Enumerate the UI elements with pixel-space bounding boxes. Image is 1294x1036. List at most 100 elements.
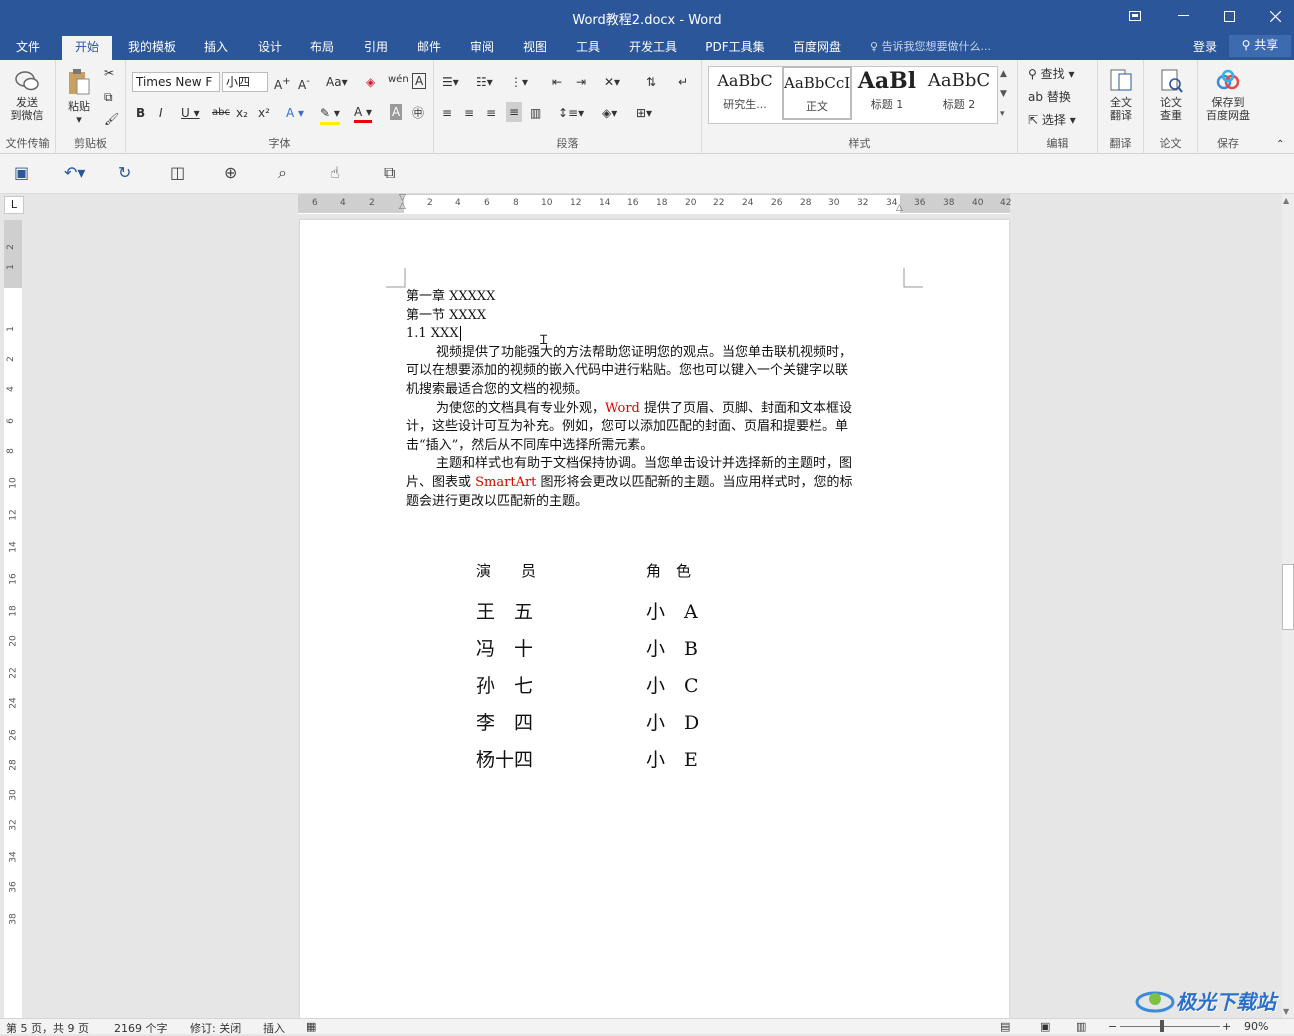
share-button[interactable]: ⚲ 共享: [1229, 35, 1291, 57]
indent-marker-icon[interactable]: ▽ △: [399, 194, 406, 211]
highlight-color-icon[interactable]: ✎ ▾: [320, 104, 340, 125]
align-center-icon[interactable]: ≡: [464, 104, 474, 122]
login-link[interactable]: 登录: [1193, 38, 1217, 55]
copy-icon[interactable]: ⧉: [104, 88, 113, 106]
print-layout-icon[interactable]: ▣: [1040, 1020, 1050, 1033]
maximize-button[interactable]: [1206, 0, 1252, 32]
tab-stop-selector[interactable]: L: [4, 196, 24, 214]
increase-indent-icon[interactable]: ⇥: [576, 73, 586, 91]
styles-scroll-icon[interactable]: ▲ ▼ ▾: [1000, 64, 1007, 124]
thesis-check-button[interactable]: 论文 查重: [1148, 68, 1194, 122]
tab-baidu-netdisk[interactable]: 百度网盘: [786, 38, 848, 60]
tab-home[interactable]: 开始: [62, 36, 112, 60]
scroll-down-icon[interactable]: ▼: [1283, 1007, 1289, 1016]
tab-file[interactable]: 文件: [8, 38, 48, 60]
numbering-icon[interactable]: ☷▾: [476, 73, 493, 91]
text-effects-icon[interactable]: A ▾: [286, 104, 304, 122]
touch-mode-icon[interactable]: ☝: [330, 163, 340, 182]
customize-toolbar-icon[interactable]: ⧉: [384, 163, 395, 183]
line-spacing-icon[interactable]: ↕≡▾: [558, 104, 584, 122]
vertical-ruler[interactable]: 2 1 1 2 4 6 8 10 12 14 16 18 20 22 24 26 28 30 32 34 36 38: [4, 220, 22, 1018]
zoom-slider-thumb[interactable]: [1160, 1020, 1164, 1032]
underline-icon[interactable]: U ▾: [181, 104, 200, 122]
style-heading-1[interactable]: AaBl 标题 1: [852, 66, 922, 120]
vertical-scrollbar[interactable]: ▲ ▼: [1282, 194, 1294, 1018]
character-shading-icon[interactable]: A: [390, 104, 403, 120]
tab-design[interactable]: 设计: [250, 38, 290, 60]
collapse-ribbon-icon[interactable]: ⌃: [1276, 136, 1284, 154]
macro-icon[interactable]: ▦: [306, 1020, 316, 1033]
find-button[interactable]: ⚲ 查找 ▾: [1028, 65, 1074, 83]
style-heading-2[interactable]: AaBbC 标题 2: [924, 66, 994, 120]
borders-icon[interactable]: ⊞▾: [636, 104, 652, 122]
tab-my-templates[interactable]: 我的模板: [120, 38, 184, 60]
shading-icon[interactable]: ◈▾: [602, 104, 617, 122]
bullets-icon[interactable]: ☰▾: [442, 73, 459, 91]
italic-icon[interactable]: I: [159, 104, 163, 122]
zoom-level[interactable]: 90%: [1244, 1020, 1268, 1033]
tab-layout[interactable]: 布局: [302, 38, 342, 60]
two-pages-icon[interactable]: ◫: [170, 163, 185, 182]
zoom-slider[interactable]: [1120, 1026, 1220, 1027]
zoom-in-icon[interactable]: +: [1222, 1020, 1231, 1033]
select-button[interactable]: ⇱ 选择 ▾: [1028, 111, 1076, 129]
close-button[interactable]: [1252, 0, 1294, 32]
grow-font-icon[interactable]: A+: [274, 73, 291, 94]
character-border-icon[interactable]: A: [412, 73, 427, 89]
subscript-icon[interactable]: x₂: [236, 104, 248, 122]
chinese-layout-icon[interactable]: ✕▾: [604, 73, 620, 91]
style-thesis[interactable]: AaBbC 研究生...: [710, 66, 780, 120]
tab-mailings[interactable]: 邮件: [409, 38, 449, 60]
web-layout-icon[interactable]: ⊕: [224, 163, 237, 182]
tab-insert[interactable]: 插入: [196, 38, 236, 60]
redo-icon[interactable]: ↻: [118, 163, 131, 182]
zoom-out-icon[interactable]: −: [1108, 1020, 1117, 1033]
document-body[interactable]: 第一章 XXXXX 第一节 XXXX 1.1 XXX 视频提供了功能强大的方法帮…: [406, 288, 896, 511]
align-left-icon[interactable]: ≡: [442, 104, 452, 122]
ribbon-display-options-icon[interactable]: [1112, 0, 1158, 32]
decrease-indent-icon[interactable]: ⇤: [552, 73, 562, 91]
enclose-characters-icon[interactable]: ㊥: [412, 104, 424, 122]
minimize-button[interactable]: [1160, 0, 1206, 32]
scroll-thumb[interactable]: [1282, 564, 1294, 630]
save-icon[interactable]: ▣: [14, 163, 29, 182]
tab-view[interactable]: 视图: [515, 38, 555, 60]
bold-icon[interactable]: B: [136, 104, 145, 122]
font-color-icon[interactable]: A ▾: [354, 104, 373, 123]
shrink-font-icon[interactable]: A-: [298, 73, 310, 94]
strikethrough-icon[interactable]: abc: [212, 104, 230, 122]
justify-icon[interactable]: ≡: [506, 102, 523, 122]
show-marks-icon[interactable]: ↵: [678, 73, 688, 91]
distributed-icon[interactable]: ▥: [530, 104, 541, 122]
clear-formatting-icon[interactable]: ◈: [366, 73, 375, 91]
right-indent-marker-icon[interactable]: △: [896, 203, 903, 213]
align-right-icon[interactable]: ≡: [486, 104, 496, 122]
multilevel-list-icon[interactable]: ⋮▾: [510, 73, 528, 91]
style-normal[interactable]: AaBbCcI 正文: [782, 66, 852, 120]
change-case-icon[interactable]: Aa▾: [326, 73, 348, 91]
tab-review[interactable]: 审阅: [462, 38, 502, 60]
superscript-icon[interactable]: x²: [258, 104, 270, 122]
send-to-wechat-button[interactable]: 发送 到微信: [4, 68, 50, 122]
tell-me-box[interactable]: ♀ 告诉我您想要做什么...: [870, 38, 991, 54]
sort-icon[interactable]: ⇅: [646, 73, 656, 91]
horizontal-ruler[interactable]: 6 4 2 2 4 6 8 10 12 14 16 18 20 22 24 26 28 30 32 34 36 38 40 4…: [298, 194, 1011, 214]
print-preview-icon[interactable]: ⌕: [278, 163, 287, 183]
undo-icon[interactable]: ↶▾: [64, 163, 85, 182]
read-mode-icon[interactable]: ▤: [1000, 1020, 1010, 1033]
tab-references[interactable]: 引用: [356, 38, 396, 60]
tab-pdf-tools[interactable]: PDF工具集: [700, 38, 770, 60]
save-to-baidu-button[interactable]: 保存到 百度网盘: [1200, 68, 1256, 122]
full-translate-button[interactable]: 全文 翻译: [1100, 68, 1142, 122]
replace-button[interactable]: ab 替换: [1028, 88, 1071, 106]
font-name-select[interactable]: Times New F: [132, 72, 220, 92]
paste-button[interactable]: 粘贴 ▾: [60, 68, 98, 126]
document-page[interactable]: 第一章 XXXXX 第一节 XXXX 1.1 XXX 视频提供了功能强大的方法帮…: [300, 220, 1009, 1018]
phonetic-guide-icon[interactable]: wén: [388, 71, 409, 89]
cut-icon[interactable]: ✂: [104, 64, 114, 82]
tab-developer[interactable]: 开发工具: [622, 38, 684, 60]
scroll-up-icon[interactable]: ▲: [1283, 196, 1289, 205]
tab-tools[interactable]: 工具: [568, 38, 608, 60]
font-size-select[interactable]: 小四: [222, 72, 268, 92]
paste-dropdown-icon[interactable]: ▾: [60, 113, 98, 126]
